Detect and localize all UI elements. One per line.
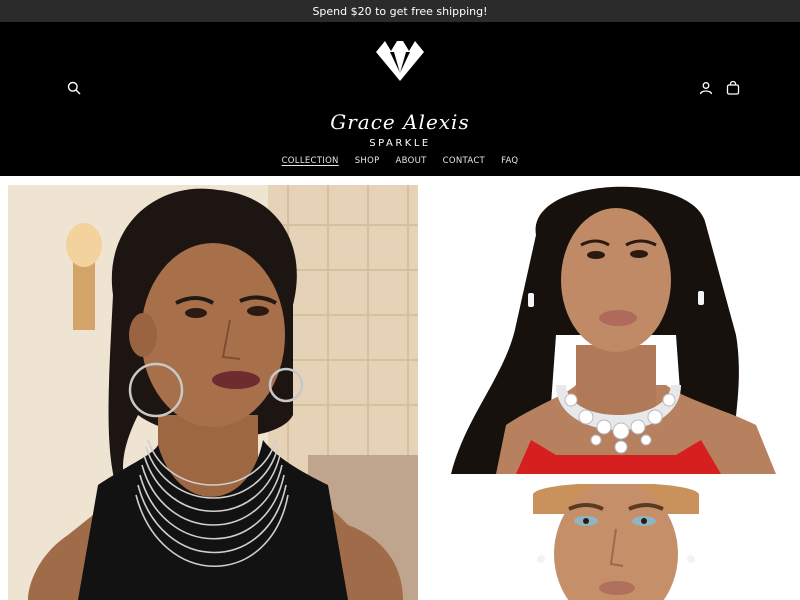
bag-icon[interactable] [723, 78, 743, 98]
site-logo[interactable]: Grace Alexis SPARKLE [330, 40, 470, 160]
main-nav: COLLECTION SHOP ABOUT CONTACT FAQ [0, 156, 800, 167]
nav-item-contact[interactable]: CONTACT [443, 156, 485, 167]
product-photo-model-crystal-necklace[interactable] [436, 185, 792, 474]
product-photo-model-studs[interactable] [531, 484, 701, 600]
announcement-text: Spend $20 to get free shipping! [312, 4, 488, 18]
site-header: Grace Alexis SPARKLE COLLECTION SHOP ABO… [0, 22, 800, 176]
user-icon[interactable] [696, 78, 716, 98]
brand-name: Grace Alexis [330, 110, 470, 134]
nav-item-faq[interactable]: FAQ [501, 156, 518, 167]
nav-item-about[interactable]: ABOUT [396, 156, 427, 167]
nav-item-shop[interactable]: SHOP [355, 156, 380, 167]
diamond-icon [376, 41, 424, 81]
announcement-bar: Spend $20 to get free shipping! [0, 0, 800, 22]
brand-tagline: SPARKLE [369, 138, 431, 149]
nav-item-collection[interactable]: COLLECTION [282, 156, 339, 167]
hero-photo-model-silver-necklace[interactable] [8, 185, 418, 600]
search-icon[interactable] [64, 78, 84, 98]
